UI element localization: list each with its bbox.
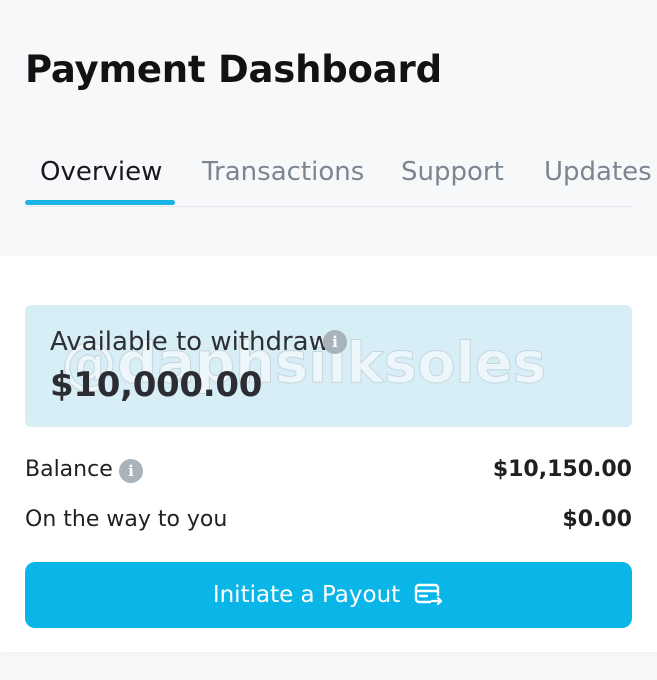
on-the-way-value: $0.00 [562, 507, 632, 532]
payout-button-label: Initiate a Payout [212, 582, 401, 608]
tab-bar: Overview Transactions Support Updates [25, 150, 652, 207]
balance-label: Balance [25, 457, 113, 482]
initiate-payout-button[interactable]: Initiate a Payout [25, 562, 632, 628]
tab-transactions[interactable]: Transactions [202, 157, 364, 187]
info-icon[interactable]: i [119, 459, 143, 483]
withdraw-amount: $10,000.00 [50, 365, 263, 405]
card-transfer-icon [414, 582, 444, 608]
withdraw-label: Available to withdraw [50, 327, 330, 357]
on-the-way-label: On the way to you [25, 507, 228, 532]
tab-updates[interactable]: Updates [544, 157, 652, 187]
balance-card: @daphsilksoles Available to withdraw i $… [0, 256, 657, 652]
tab-overview[interactable]: Overview [40, 157, 162, 187]
active-tab-indicator [25, 200, 175, 205]
header: Payment Dashboard Overview Transactions … [0, 0, 657, 256]
tab-support[interactable]: Support [401, 157, 504, 187]
info-icon[interactable]: i [323, 330, 347, 354]
balance-value: $10,150.00 [492, 457, 632, 482]
page-title: Payment Dashboard [25, 48, 442, 91]
available-to-withdraw-panel: @daphsilksoles Available to withdraw i $… [25, 305, 632, 427]
